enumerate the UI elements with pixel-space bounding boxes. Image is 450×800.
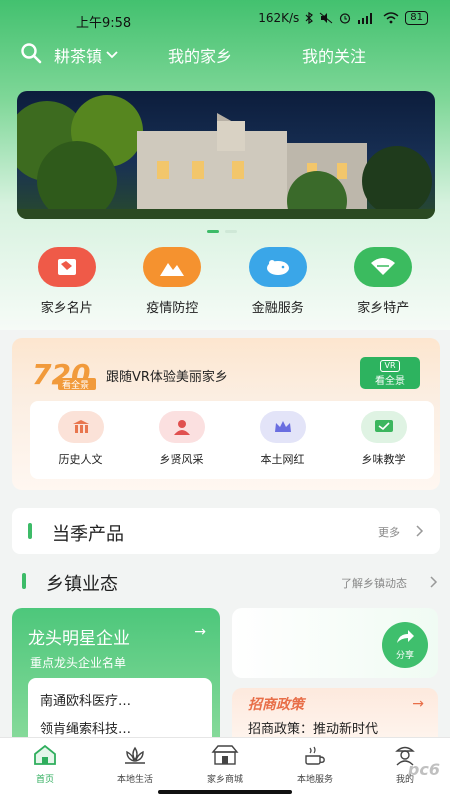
status-right: 162K/s 81: [258, 11, 428, 25]
page-dot-active: [207, 230, 219, 233]
section-marker: [28, 523, 32, 539]
vr-button-label: 看全景: [375, 376, 405, 387]
wifi-icon: [383, 12, 399, 24]
fan-icon: [354, 247, 413, 287]
star-enterprise-subtitle: 重点龙头企业名单: [30, 656, 127, 670]
quick-entry-finance[interactable]: 金融服务: [230, 247, 326, 316]
vr-item-sages[interactable]: 乡贤风采: [137, 411, 227, 479]
chevron-down-icon: [106, 51, 118, 59]
policy-text: 招商政策：推动新时代: [248, 722, 379, 737]
search-icon[interactable]: [20, 42, 42, 64]
signal-icon: [358, 13, 373, 24]
banner-pagination: [207, 230, 237, 233]
shop-icon: [211, 745, 239, 765]
piggy-bank-icon: [248, 247, 307, 287]
town-selector[interactable]: 耕茶镇: [54, 43, 118, 67]
quick-entry-specialty[interactable]: 家乡特产: [335, 247, 431, 316]
town-name: 耕茶镇: [54, 47, 103, 66]
share-label: 分享: [395, 651, 414, 661]
tab-label: 本地服务: [296, 775, 333, 785]
vr-item-cooking[interactable]: 乡味教学: [339, 411, 429, 479]
network-speed: 162K/s: [258, 11, 300, 25]
star-enterprise-card[interactable]: 龙头明星企业 → 重点龙头企业名单 南通欧科医疗… 领肯绳索科技…: [12, 608, 220, 748]
share-button[interactable]: 分享: [382, 622, 428, 668]
vr-card: 720 看全景 跟随VR体验美丽家乡 VR 看全景 历史人文 乡贤风采 本土网红: [12, 338, 440, 490]
business-title: 乡镇业态: [46, 574, 118, 595]
map-card-icon: [37, 247, 96, 287]
tab-my-hometown[interactable]: 我的家乡: [168, 43, 232, 67]
arrow-right-icon: →: [412, 696, 424, 712]
vr-item-influencers[interactable]: 本土网红: [238, 411, 328, 479]
watermark: pc6: [407, 760, 440, 779]
quick-entry-label: 疫情防控: [146, 301, 199, 316]
vr-item-label: 乡贤风采: [159, 453, 204, 466]
person-icon: [158, 411, 205, 443]
chevron-right-icon: [416, 525, 424, 537]
status-bar: 上午9:58 162K/s 81: [0, 0, 450, 38]
arrow-right-icon: →: [194, 624, 206, 640]
chevron-right-icon: [430, 576, 438, 588]
tab-label: 首页: [35, 775, 54, 785]
vr-badge: VR: [380, 360, 400, 372]
quick-entry-label: 家乡名片: [40, 301, 93, 316]
top-nav: 耕茶镇 我的家乡 我的关注: [0, 40, 450, 70]
seasonal-title: 当季产品: [52, 524, 124, 545]
teach-icon: [360, 411, 407, 443]
banner-image[interactable]: [17, 91, 435, 219]
bluetooth-icon: [305, 12, 314, 24]
quick-entry-hometown-card[interactable]: 家乡名片: [19, 247, 115, 316]
page-dot: [225, 230, 237, 233]
star-enterprise-title: 龙头明星企业: [28, 629, 130, 649]
policy-badge: 招商政策: [248, 697, 304, 713]
seasonal-more-link[interactable]: 更多: [378, 524, 400, 540]
share-arrow-icon: [397, 630, 414, 643]
tab-label: 本地生活: [116, 775, 153, 785]
vr-720-badge: 720 看全景: [32, 358, 96, 391]
mute-icon: [319, 12, 333, 24]
vr-item-label: 历史人文: [58, 453, 103, 466]
share-card: 分享: [232, 608, 438, 678]
vr-item-label: 本土网红: [260, 453, 305, 466]
quick-entry-label: 金融服务: [251, 301, 304, 316]
vr-category-list: 历史人文 乡贤风采 本土网红 乡味教学: [30, 401, 434, 479]
battery-indicator: 81: [405, 11, 428, 25]
quick-entry-label: 家乡特产: [357, 301, 410, 316]
vr-panorama-button[interactable]: VR 看全景: [360, 357, 420, 389]
tab-home[interactable]: 首页: [5, 738, 85, 800]
status-time: 上午9:58: [76, 16, 132, 31]
banner-scene: [17, 95, 435, 219]
mountain-icon: [143, 247, 202, 287]
quick-entries: 家乡名片 疫情防控 金融服务 家乡特产: [0, 247, 450, 316]
alarm-icon: [340, 13, 351, 24]
service-icon: [305, 746, 325, 765]
home-indicator: [158, 790, 292, 794]
tab-my-follows[interactable]: 我的关注: [302, 43, 366, 67]
vr-720-label: 看全景: [62, 379, 89, 391]
business-more-link[interactable]: 了解乡镇动态: [341, 575, 407, 591]
vr-title: 跟随VR体验美丽家乡: [106, 370, 228, 385]
quick-entry-epidemic[interactable]: 疫情防控: [124, 247, 220, 316]
seasonal-products-section[interactable]: 当季产品 更多: [12, 508, 440, 554]
temple-icon: [57, 411, 104, 443]
crown-icon: [259, 411, 306, 443]
enterprise-item[interactable]: 领肯绳索科技…: [40, 718, 210, 737]
section-marker: [22, 573, 26, 589]
lotus-icon: [125, 746, 145, 764]
vr-item-history[interactable]: 历史人文: [36, 411, 126, 479]
home-icon: [34, 744, 56, 765]
vr-item-label: 乡味教学: [361, 453, 406, 466]
enterprise-item[interactable]: 南通欧科医疗…: [40, 690, 210, 709]
tab-label: 家乡商城: [206, 775, 243, 785]
